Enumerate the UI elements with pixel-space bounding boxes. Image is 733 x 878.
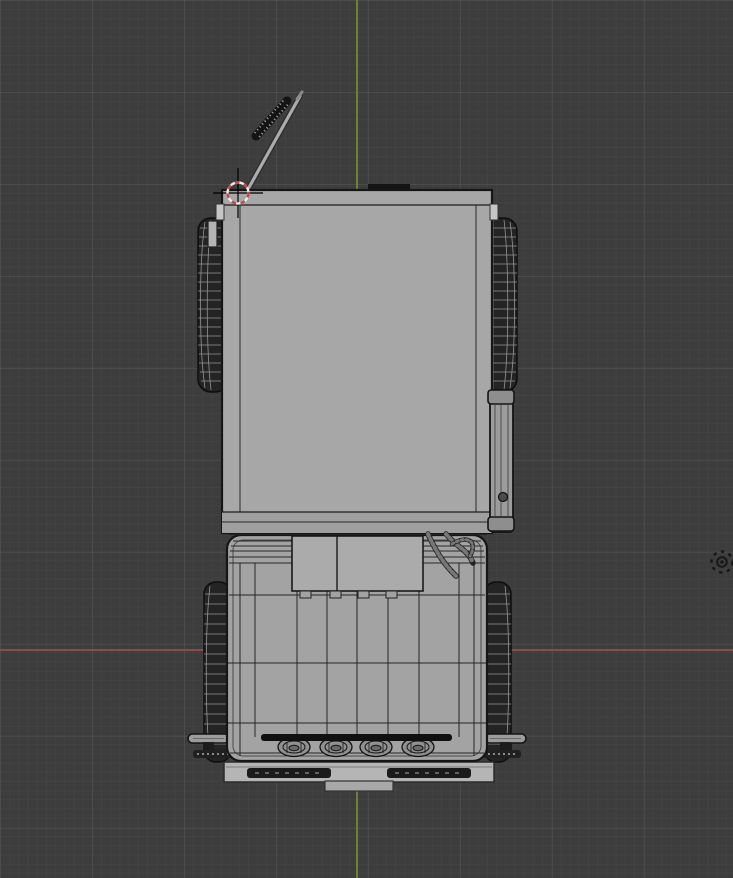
- scene-layer: [187, 90, 733, 792]
- hitch-plate: [324, 780, 394, 792]
- antenna[interactable]: [244, 90, 304, 194]
- fuel-tank[interactable]: [487, 389, 515, 533]
- empty-object-gizmo[interactable]: [710, 550, 733, 574]
- truck-model[interactable]: [187, 90, 527, 792]
- viewport-3d[interactable]: [0, 0, 733, 878]
- toolbox[interactable]: [291, 535, 424, 599]
- fuel-cap: [497, 491, 509, 503]
- taillight-cluster-left: [247, 768, 331, 778]
- rear-bumper[interactable]: [223, 761, 495, 792]
- mirror-right: [489, 203, 499, 221]
- side-step-left: [207, 220, 218, 248]
- taillight-cluster-right: [387, 768, 471, 778]
- rear-rail-bar: [261, 734, 452, 741]
- mirror-left: [215, 203, 225, 221]
- truck-cab[interactable]: [207, 184, 499, 535]
